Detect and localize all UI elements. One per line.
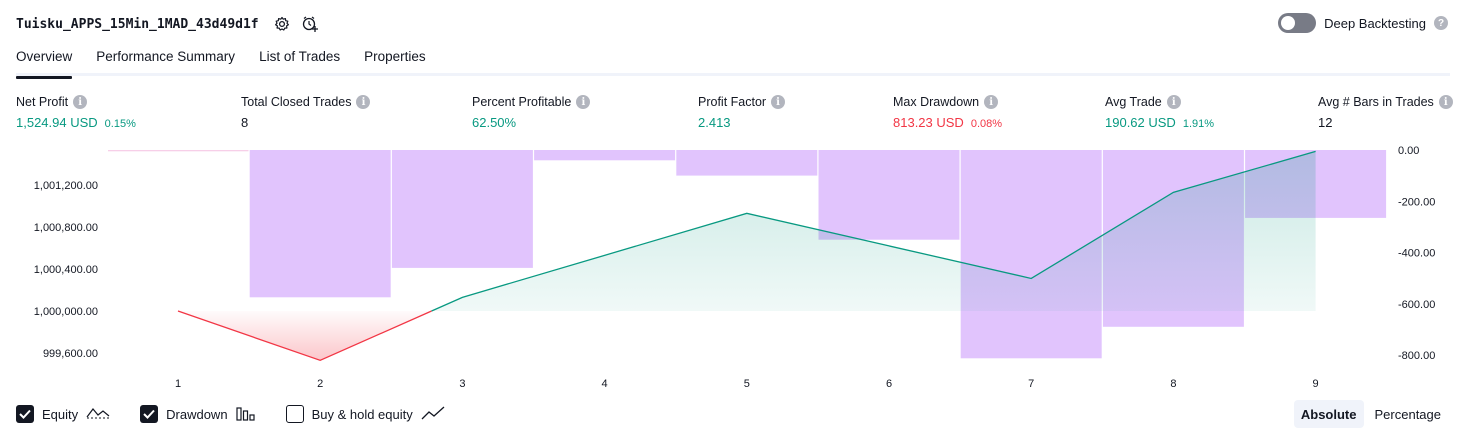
drawdown-bar[interactable] [249, 150, 391, 298]
equity-checkbox[interactable] [16, 405, 34, 423]
absolute-button[interactable]: Absolute [1293, 400, 1364, 428]
metric-value: 1,524.94 USD [16, 115, 98, 130]
metric-label: Total Closed Trades [241, 95, 352, 109]
info-icon[interactable]: i [984, 95, 999, 109]
info-icon[interactable]: i [576, 95, 591, 109]
info-icon[interactable]: i [1438, 95, 1453, 109]
deep-backtesting-control: Deep Backtesting ? [1278, 13, 1448, 33]
x-axis-tick: 7 [1028, 378, 1034, 390]
metric-label: Net Profit [16, 95, 69, 109]
right-axis-tick: -200.00 [1398, 196, 1435, 208]
gear-icon[interactable] [273, 15, 291, 33]
x-axis-tick: 1 [175, 378, 181, 390]
tab-properties[interactable]: Properties [364, 48, 426, 76]
metric-value: 12 [1318, 115, 1333, 130]
left-axis-tick: 1,000,800.00 [34, 222, 98, 234]
deep-backtesting-label: Deep Backtesting [1324, 15, 1426, 31]
x-axis-tick: 9 [1313, 378, 1319, 390]
x-axis-tick: 6 [886, 378, 892, 390]
help-icon[interactable]: ? [1434, 16, 1448, 30]
drawdown-bar[interactable] [534, 150, 676, 161]
metric-label: Avg Trade [1105, 95, 1162, 109]
toggle-knob [1281, 16, 1296, 30]
tab-list-of-trades[interactable]: List of Trades [259, 48, 340, 76]
metric-value: 190.62 USD [1105, 115, 1176, 130]
percentage-button[interactable]: Percentage [1368, 400, 1449, 428]
right-axis-tick: -600.00 [1398, 299, 1435, 311]
drawdown-bars-icon [235, 405, 256, 424]
deep-backtesting-toggle[interactable] [1278, 13, 1317, 33]
tab-overview[interactable]: Overview [16, 48, 73, 79]
metric-net-profit: Net Profit i 1,524.94 USD 0.15% [16, 94, 136, 131]
metric-total-closed-trades: Total Closed Trades i 8 [241, 94, 371, 131]
x-axis-tick: 3 [459, 378, 465, 390]
metric-label: Profit Factor [698, 95, 767, 109]
info-icon[interactable]: i [356, 95, 371, 109]
x-axis-tick: 4 [602, 378, 608, 390]
left-axis-tick: 999,600.00 [43, 348, 98, 360]
left-axis-tick: 1,001,200.00 [34, 180, 98, 192]
metric-percent: 1.91% [1182, 118, 1215, 130]
info-icon[interactable]: i [73, 95, 88, 109]
equity-line-icon [86, 405, 110, 424]
x-axis-tick: 8 [1170, 378, 1176, 390]
buy-hold-checkbox[interactable] [285, 405, 304, 423]
metric-value: 8 [241, 115, 249, 130]
metric-avg-trade: Avg Trade i 190.62 USD 1.91% [1105, 94, 1214, 131]
metric-value: 813.23 USD [893, 115, 964, 130]
x-axis-tick: 5 [744, 378, 750, 390]
right-axis-tick: -800.00 [1398, 350, 1435, 362]
equity-loss-area [178, 311, 432, 361]
metric-percent: 0.15% [104, 118, 136, 130]
metric-profit-factor: Profit Factor i 2.413 [698, 94, 786, 131]
metric-value: 62.50% [472, 115, 517, 130]
x-axis-tick: 2 [317, 378, 323, 390]
drawdown-checkbox[interactable] [140, 405, 159, 423]
right-axis-tick: 0.00 [1398, 145, 1419, 157]
tab-performance-summary[interactable]: Performance Summary [96, 48, 235, 76]
metric-percent-profitable: Percent Profitable i 62.50% [472, 94, 591, 131]
legend-equity[interactable]: Equity [16, 405, 110, 424]
metric-label: Percent Profitable [472, 95, 572, 109]
report-header: Tuisku_APPS_15Min_1MAD_43d49d1f [16, 14, 319, 34]
legend-label: Drawdown [166, 406, 228, 422]
scale-mode-switch: Absolute Percentage [1293, 400, 1449, 428]
legend-label: Equity [42, 406, 79, 422]
left-axis-tick: 1,000,400.00 [34, 264, 98, 276]
legend-label: Buy & hold equity [311, 406, 413, 422]
equity-drawdown-chart[interactable]: 1,001,200.00 1,000,800.00 1,000,400.00 1,00… [0, 140, 1466, 395]
legend-buy-hold-equity[interactable]: Buy & hold equity [285, 405, 445, 424]
left-axis-tick: 1,000,000.00 [34, 306, 98, 318]
strategy-title: Tuisku_APPS_15Min_1MAD_43d49d1f [16, 16, 259, 32]
drawdown-bar[interactable] [676, 150, 818, 176]
chart-legend: Equity Drawdown Buy & hold equity [16, 402, 475, 426]
add-alert-clock-icon[interactable] [301, 15, 319, 33]
metric-value: 2.413 [698, 115, 731, 130]
info-icon[interactable]: i [771, 95, 786, 109]
drawdown-bar[interactable] [818, 150, 960, 240]
metric-max-drawdown: Max Drawdown i 813.23 USD 0.08% [893, 94, 1002, 131]
buy-hold-line-icon [421, 405, 445, 424]
drawdown-bar[interactable] [108, 150, 249, 152]
metric-label: Max Drawdown [893, 95, 980, 109]
report-tabs: Overview Performance Summary List of Tra… [16, 48, 1450, 79]
right-axis-tick: -400.00 [1398, 248, 1435, 260]
metric-label: Avg # Bars in Trades [1318, 95, 1434, 109]
info-icon[interactable]: i [1166, 95, 1181, 109]
legend-drawdown[interactable]: Drawdown [140, 405, 255, 424]
metric-percent: 0.08% [970, 118, 1003, 130]
metric-avg-bars-in-trades: Avg # Bars in Trades i 12 [1318, 94, 1453, 131]
drawdown-bar[interactable] [391, 150, 533, 268]
